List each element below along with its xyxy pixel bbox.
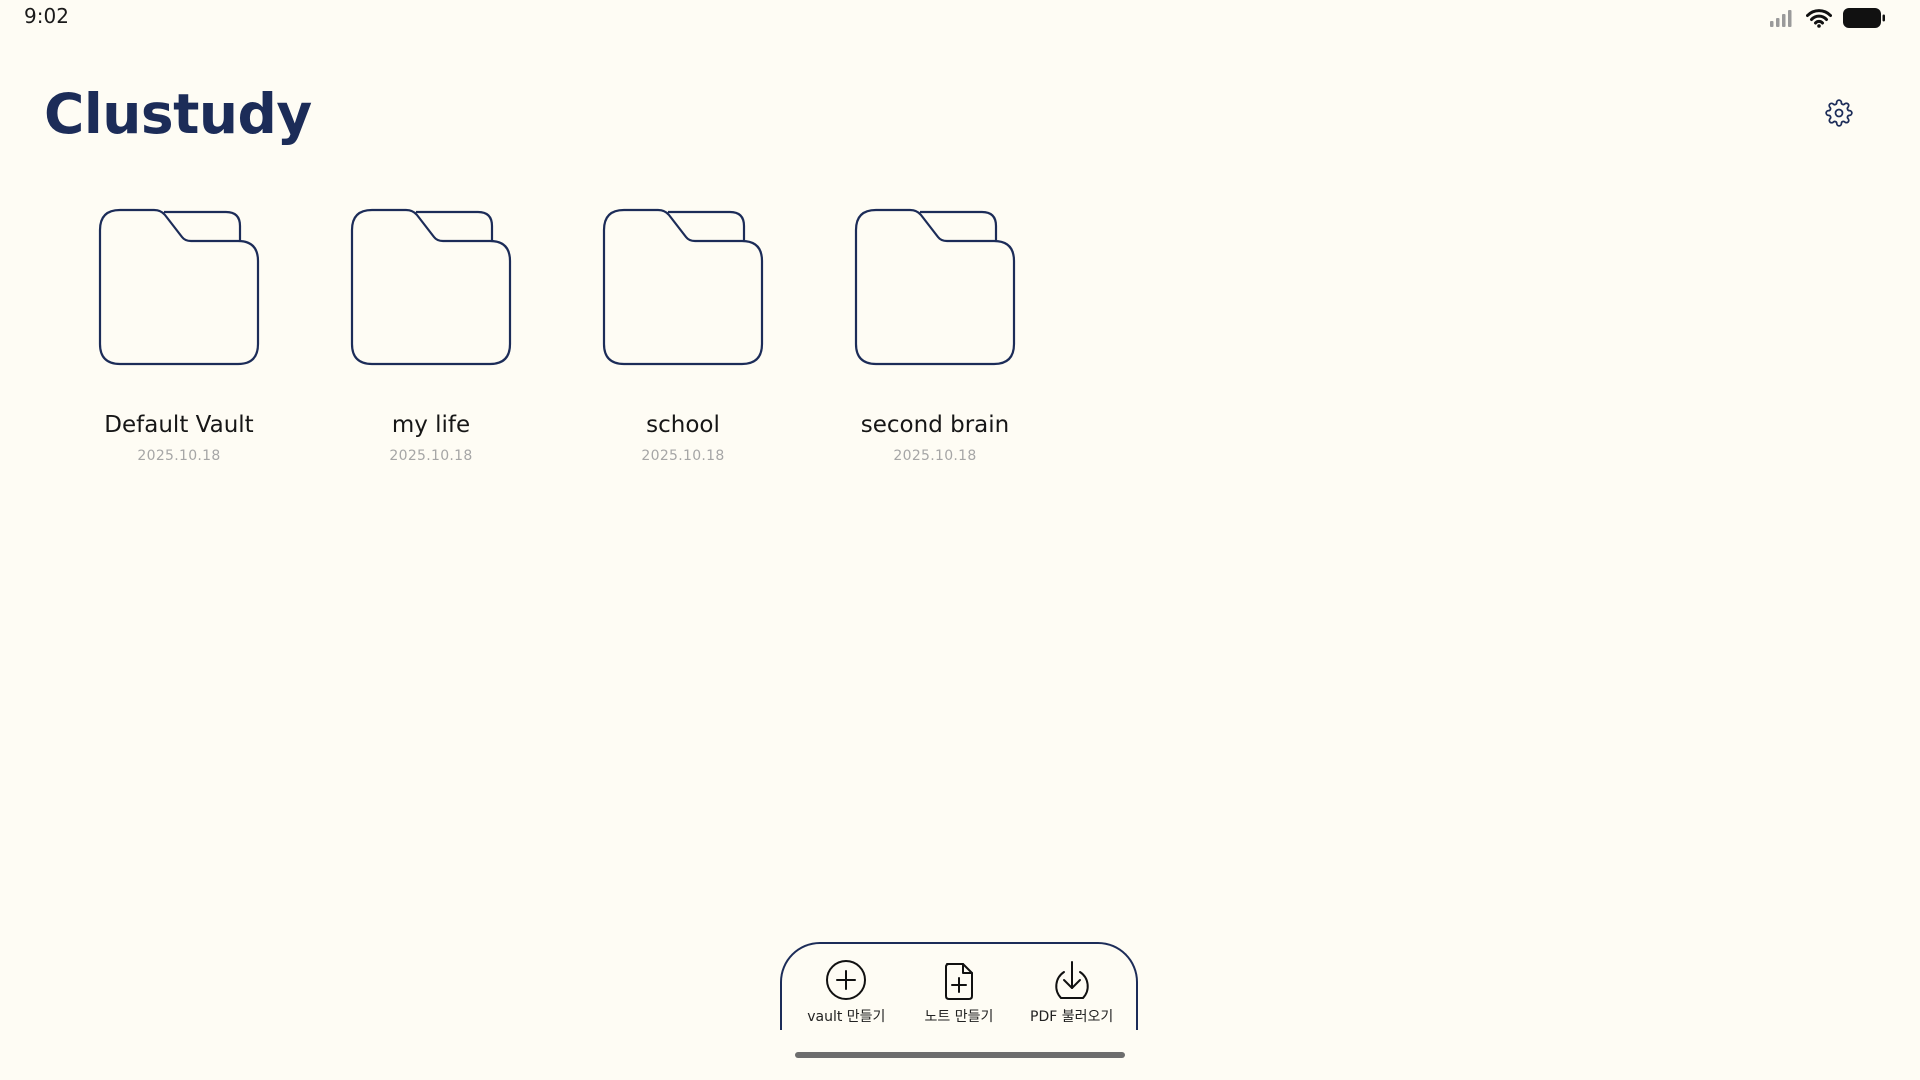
wifi-icon — [1806, 9, 1832, 28]
create-note-label: 노트 만들기 — [924, 1009, 994, 1025]
folder-icon — [602, 208, 764, 366]
create-vault-label: vault 만들기 — [807, 1009, 886, 1025]
folder-icon — [854, 208, 1016, 366]
app-title: Clustudy — [44, 82, 312, 146]
folder-icon — [350, 208, 512, 366]
vault-name: second brain — [860, 412, 1010, 438]
battery-icon — [1843, 8, 1885, 28]
vault-date: 2025.10.18 — [137, 448, 221, 464]
create-vault-button[interactable]: vault 만들기 — [791, 958, 901, 1026]
import-pdf-button[interactable]: PDF 불러오기 — [1017, 958, 1127, 1026]
import-pdf-label: PDF 불러오기 — [1030, 1009, 1114, 1025]
vault-name: Default Vault — [104, 412, 254, 438]
vault-card[interactable]: second brain 2025.10.18 — [809, 200, 1061, 464]
vault-date: 2025.10.18 — [389, 448, 473, 464]
vault-card[interactable]: my life 2025.10.18 — [305, 200, 557, 464]
vault-card[interactable]: Default Vault 2025.10.18 — [53, 200, 305, 464]
status-icons — [1768, 6, 1886, 30]
status-time: 9:02 — [24, 4, 69, 28]
vault-name: my life — [391, 412, 471, 438]
create-note-button[interactable]: 노트 만들기 — [904, 958, 1014, 1026]
vault-date: 2025.10.18 — [641, 448, 725, 464]
vault-grid: Default Vault 2025.10.18 my life 2025.10… — [53, 200, 1061, 464]
app-header: Clustudy — [0, 70, 1920, 160]
plus-circle-icon — [826, 960, 867, 1000]
vault-card[interactable]: school 2025.10.18 — [557, 200, 809, 464]
status-bar: 9:02 — [0, 0, 1920, 34]
bottom-action-bar: vault 만들기 노트 만들기 PDF 불러오기 — [780, 942, 1138, 1030]
file-plus-icon — [944, 963, 973, 1000]
home-indicator — [795, 1052, 1125, 1058]
download-icon — [1054, 961, 1089, 999]
gear-icon — [1825, 99, 1853, 127]
folder-icon — [98, 208, 260, 366]
cellular-signal-icon — [1770, 10, 1792, 27]
vault-name: school — [646, 412, 720, 438]
vault-date: 2025.10.18 — [893, 448, 977, 464]
settings-button[interactable] — [1824, 98, 1854, 128]
